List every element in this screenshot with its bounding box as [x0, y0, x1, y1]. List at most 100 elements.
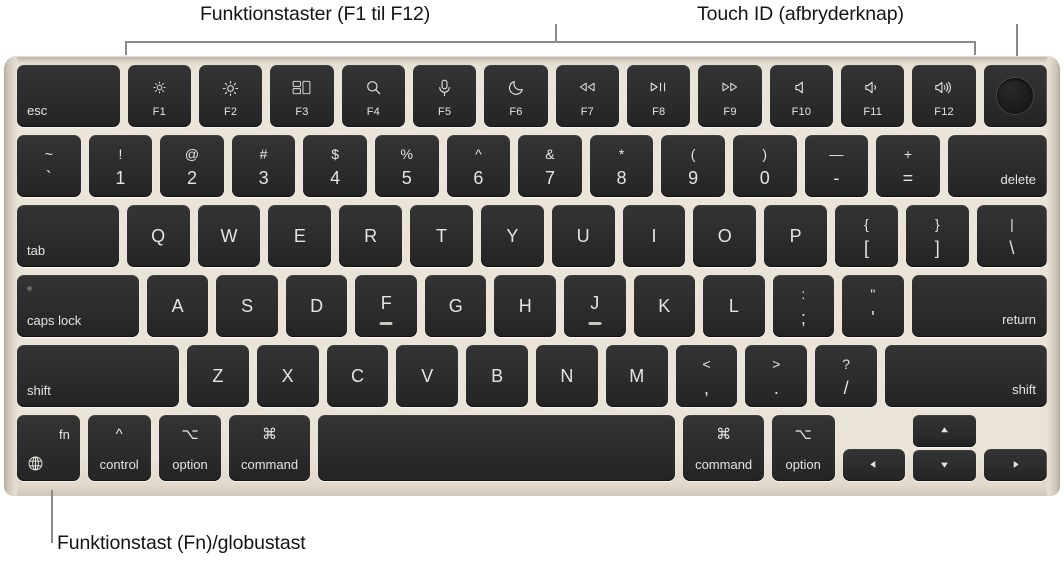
- key-f9[interactable]: F9: [698, 65, 762, 127]
- key-f10[interactable]: F10: [769, 65, 834, 127]
- key-j[interactable]: J: [564, 275, 626, 337]
- key-quote[interactable]: " ': [842, 275, 904, 337]
- key-3-lower: 3: [258, 168, 269, 188]
- key-v[interactable]: V: [396, 345, 459, 407]
- key-control-left[interactable]: ^ control: [87, 415, 151, 481]
- key-e[interactable]: E: [268, 205, 332, 267]
- key-f3[interactable]: F3: [270, 65, 334, 127]
- key-shift-left[interactable]: shift: [17, 345, 179, 407]
- key-touch-id[interactable]: [983, 65, 1048, 127]
- key-7[interactable]: & 7: [518, 135, 582, 197]
- key-option-right[interactable]: ⌥ option: [771, 415, 835, 481]
- key-6[interactable]: ^ 6: [446, 135, 511, 197]
- key-o[interactable]: O: [693, 205, 757, 267]
- key-r[interactable]: R: [339, 205, 403, 267]
- key-fn-globe[interactable]: fn: [17, 415, 80, 481]
- key-5[interactable]: % 5: [374, 135, 439, 197]
- key-g[interactable]: G: [424, 275, 487, 337]
- key-space[interactable]: [317, 415, 676, 481]
- key-2[interactable]: @ 2: [160, 135, 224, 197]
- key-1-lower: 1: [115, 168, 126, 188]
- key-c[interactable]: C: [326, 345, 389, 407]
- key-f2[interactable]: F2: [198, 65, 263, 127]
- key-f6[interactable]: F6: [484, 65, 548, 127]
- key-arrow-right[interactable]: [984, 449, 1047, 481]
- key-bracket-right[interactable]: } ]: [905, 205, 969, 267]
- key-3[interactable]: # 3: [231, 135, 296, 197]
- key-f[interactable]: F: [355, 275, 417, 337]
- key-comma[interactable]: < ,: [675, 345, 738, 407]
- key-arrow-left[interactable]: [842, 449, 906, 481]
- key-a[interactable]: A: [146, 275, 209, 337]
- key-q[interactable]: Q: [126, 205, 190, 267]
- volume-up-icon: [912, 79, 975, 95]
- key-p[interactable]: P: [764, 205, 828, 267]
- key-f9-label: F9: [723, 106, 737, 118]
- key-f11[interactable]: F11: [841, 65, 905, 127]
- key-command-left[interactable]: ⌘ command: [229, 415, 310, 481]
- key-y[interactable]: Y: [480, 205, 544, 267]
- key-f11-label: F11: [863, 106, 883, 118]
- key-f4[interactable]: F4: [341, 65, 405, 127]
- key-arrow-up[interactable]: [913, 415, 977, 447]
- key-equal[interactable]: + =: [876, 135, 940, 197]
- key-9-upper: (: [690, 146, 696, 162]
- key-p-label: P: [789, 226, 802, 246]
- key-slash[interactable]: ? /: [815, 345, 878, 407]
- key-2-lower: 2: [186, 168, 197, 188]
- key-8-lower: 8: [616, 168, 627, 188]
- key-4[interactable]: $ 4: [303, 135, 367, 197]
- key-f12[interactable]: F12: [912, 65, 976, 127]
- key-n[interactable]: N: [536, 345, 598, 407]
- key-f1[interactable]: F1: [127, 65, 191, 127]
- key-minus[interactable]: — -: [804, 135, 869, 197]
- key-i[interactable]: I: [622, 205, 686, 267]
- key-e-label: E: [293, 226, 306, 246]
- key-m[interactable]: M: [605, 345, 668, 407]
- key-b[interactable]: B: [466, 345, 528, 407]
- key-command-left-symbol: ⌘: [262, 426, 278, 443]
- key-option-right-symbol: ⌥: [794, 426, 812, 443]
- key-period[interactable]: > .: [745, 345, 808, 407]
- key-h[interactable]: H: [494, 275, 557, 337]
- key-esc[interactable]: esc: [17, 65, 120, 127]
- key-comma-lower: ,: [704, 378, 710, 398]
- key-1-upper: !: [118, 146, 123, 162]
- do-not-disturb-moon-icon: [484, 79, 547, 96]
- key-shift-right[interactable]: shift: [885, 345, 1047, 407]
- key-0-upper: ): [762, 146, 768, 162]
- key-1[interactable]: ! 1: [88, 135, 153, 197]
- key-f5[interactable]: F5: [412, 65, 477, 127]
- key-arrow-down[interactable]: [913, 449, 977, 481]
- key-u[interactable]: U: [551, 205, 615, 267]
- key-l[interactable]: L: [703, 275, 765, 337]
- callout-leader-fn-globe: [51, 490, 53, 543]
- key-9[interactable]: ( 9: [661, 135, 725, 197]
- key-x-label: X: [281, 366, 294, 386]
- key-command-right[interactable]: ⌘ command: [683, 415, 764, 481]
- key-8[interactable]: * 8: [589, 135, 654, 197]
- key-backslash[interactable]: | \: [976, 205, 1048, 267]
- key-bracket-left[interactable]: { [: [835, 205, 898, 267]
- key-f3-label: F3: [295, 106, 309, 118]
- key-k[interactable]: K: [633, 275, 696, 337]
- key-z[interactable]: Z: [186, 345, 249, 407]
- key-semicolon[interactable]: : ;: [772, 275, 835, 337]
- key-delete[interactable]: delete: [947, 135, 1047, 197]
- key-t[interactable]: T: [410, 205, 473, 267]
- key-f7[interactable]: F7: [555, 65, 620, 127]
- key-0[interactable]: ) 0: [732, 135, 797, 197]
- key-backslash-lower: \: [1009, 238, 1015, 258]
- key-d[interactable]: D: [285, 275, 348, 337]
- key-grave[interactable]: ~ `: [17, 135, 81, 197]
- key-w[interactable]: W: [197, 205, 261, 267]
- key-caps-lock[interactable]: caps lock: [17, 275, 139, 337]
- callout-label-fn-globe: Funktionstast (Fn)/globustast: [57, 532, 306, 554]
- key-s[interactable]: S: [216, 275, 278, 337]
- key-minus-lower: -: [833, 168, 840, 188]
- key-x[interactable]: X: [256, 345, 319, 407]
- key-option-left[interactable]: ⌥ option: [158, 415, 222, 481]
- key-tab[interactable]: tab: [17, 205, 119, 267]
- key-return[interactable]: return: [911, 275, 1048, 337]
- key-f8[interactable]: F8: [627, 65, 691, 127]
